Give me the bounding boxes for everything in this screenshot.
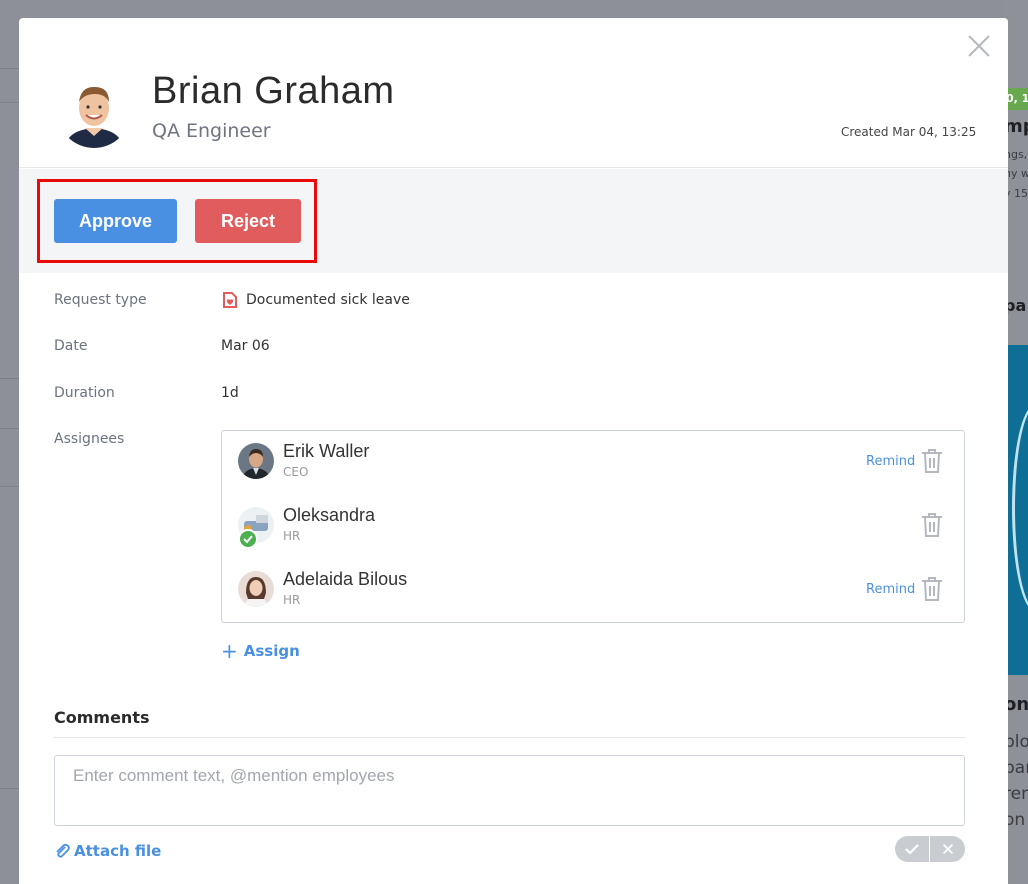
avatar (57, 74, 131, 148)
assignee-name: Oleksandra (283, 505, 376, 525)
comment-input[interactable] (54, 755, 965, 826)
background-divider (0, 788, 20, 789)
comments-heading: Comments (54, 708, 150, 727)
assign-button[interactable]: + Assign (221, 639, 300, 663)
attach-file-label: Attach file (74, 842, 162, 860)
assignee-name: Erik Waller (283, 441, 370, 461)
assignee-role: HR (283, 593, 301, 607)
assignee-row: Oleksandra HR (238, 505, 948, 555)
background-divider (0, 378, 20, 379)
cancel-x-icon[interactable] (930, 836, 965, 862)
assignee-role: HR (283, 529, 301, 543)
request-type-label: Request type (54, 292, 147, 308)
background-image (1008, 345, 1028, 675)
assignee-row: Erik Waller CEO Remind (238, 441, 948, 491)
approve-button[interactable]: Approve (54, 199, 177, 243)
submit-check-icon[interactable] (895, 836, 930, 862)
request-type-text: Documented sick leave (246, 292, 410, 308)
background-divider (0, 486, 20, 487)
request-modal: Brian Graham QA Engineer Created Mar 04,… (19, 18, 1008, 884)
remind-link[interactable]: Remind (866, 582, 915, 597)
reject-button[interactable]: Reject (195, 199, 301, 243)
remind-link[interactable]: Remind (866, 454, 915, 469)
approved-check-icon (238, 529, 258, 549)
attach-file-button[interactable]: Attach file (54, 842, 161, 860)
background-divider (0, 102, 20, 103)
modal-header: Brian Graham QA Engineer Created Mar 04,… (19, 18, 1008, 168)
date-value: Mar 06 (221, 338, 270, 354)
assignee-role: CEO (283, 465, 309, 479)
avatar (238, 443, 274, 479)
date-label: Date (54, 338, 88, 354)
action-bar: Approve Reject (19, 169, 1008, 273)
assignee-row: Adelaida Bilous HR Remind (238, 569, 948, 619)
plus-icon: + (221, 639, 238, 663)
duration-value: 1d (221, 385, 239, 401)
trash-icon[interactable] (920, 512, 944, 538)
created-timestamp: Created Mar 04, 13:25 (841, 125, 977, 139)
background-divider (0, 68, 20, 69)
assign-label: Assign (243, 642, 300, 660)
assignee-name: Adelaida Bilous (283, 569, 408, 589)
paperclip-icon (56, 843, 70, 858)
request-type-value: Documented sick leave (221, 291, 410, 309)
trash-icon[interactable] (920, 448, 944, 474)
divider (54, 737, 965, 738)
duration-label: Duration (54, 385, 115, 401)
comment-actions (895, 836, 965, 862)
employee-name: Brian Graham (152, 70, 395, 112)
avatar (238, 571, 274, 607)
employee-title: QA Engineer (152, 120, 271, 142)
assignees-list: Erik Waller CEO Remind Oleksandra HR Ade… (221, 430, 965, 623)
background-divider (0, 428, 20, 429)
trash-icon[interactable] (920, 576, 944, 602)
assignees-label: Assignees (54, 431, 125, 447)
sick-leave-icon (223, 292, 237, 308)
